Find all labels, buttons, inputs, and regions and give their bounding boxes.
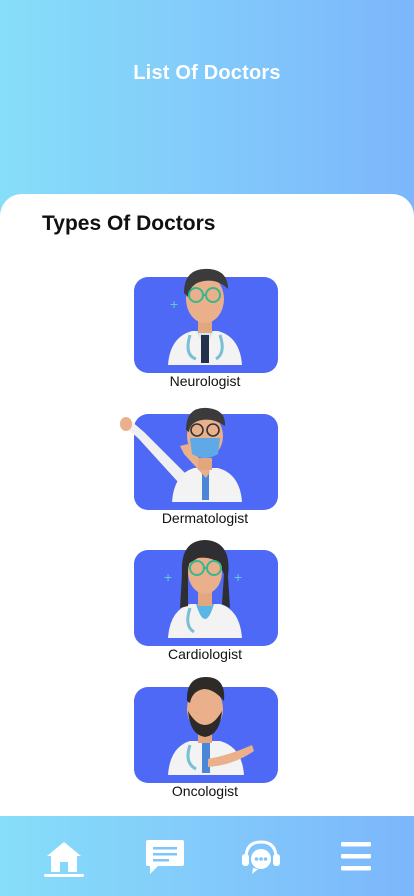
page-title: List Of Doctors bbox=[133, 62, 281, 84]
svg-text:+: + bbox=[164, 569, 172, 585]
doctor-avatar-icon: + bbox=[168, 268, 242, 365]
nav-support-button[interactable] bbox=[238, 834, 284, 880]
doctor-avatar-icon: + + bbox=[164, 540, 242, 638]
nav-chat-button[interactable] bbox=[142, 834, 188, 880]
support-icon bbox=[242, 840, 280, 874]
section-title: Types Of Doctors bbox=[42, 212, 216, 235]
doctor-item-cardiologist[interactable]: + + Cardiologist bbox=[0, 540, 414, 674]
svg-text:+: + bbox=[170, 296, 178, 312]
nav-menu-button[interactable] bbox=[333, 834, 379, 880]
doctor-item-neurologist[interactable]: + Neurologist bbox=[0, 268, 414, 401]
doctor-label: Dermatologist bbox=[161, 510, 249, 526]
doctor-item-oncologist[interactable]: Oncologist bbox=[0, 677, 414, 811]
doctor-avatar-icon bbox=[168, 677, 254, 775]
active-tab-indicator bbox=[44, 874, 84, 877]
doctor-label: Oncologist bbox=[171, 783, 239, 799]
bottom-nav bbox=[0, 816, 414, 896]
svg-text:+: + bbox=[234, 569, 242, 585]
menu-icon bbox=[341, 842, 371, 871]
doctor-avatar-icon bbox=[120, 407, 242, 502]
doctor-item-dermatologist[interactable]: Dermatologist bbox=[0, 407, 414, 538]
doctor-label: Cardiologist bbox=[168, 646, 242, 662]
doctor-label: Neurologist bbox=[169, 373, 241, 389]
chat-icon bbox=[146, 840, 184, 874]
